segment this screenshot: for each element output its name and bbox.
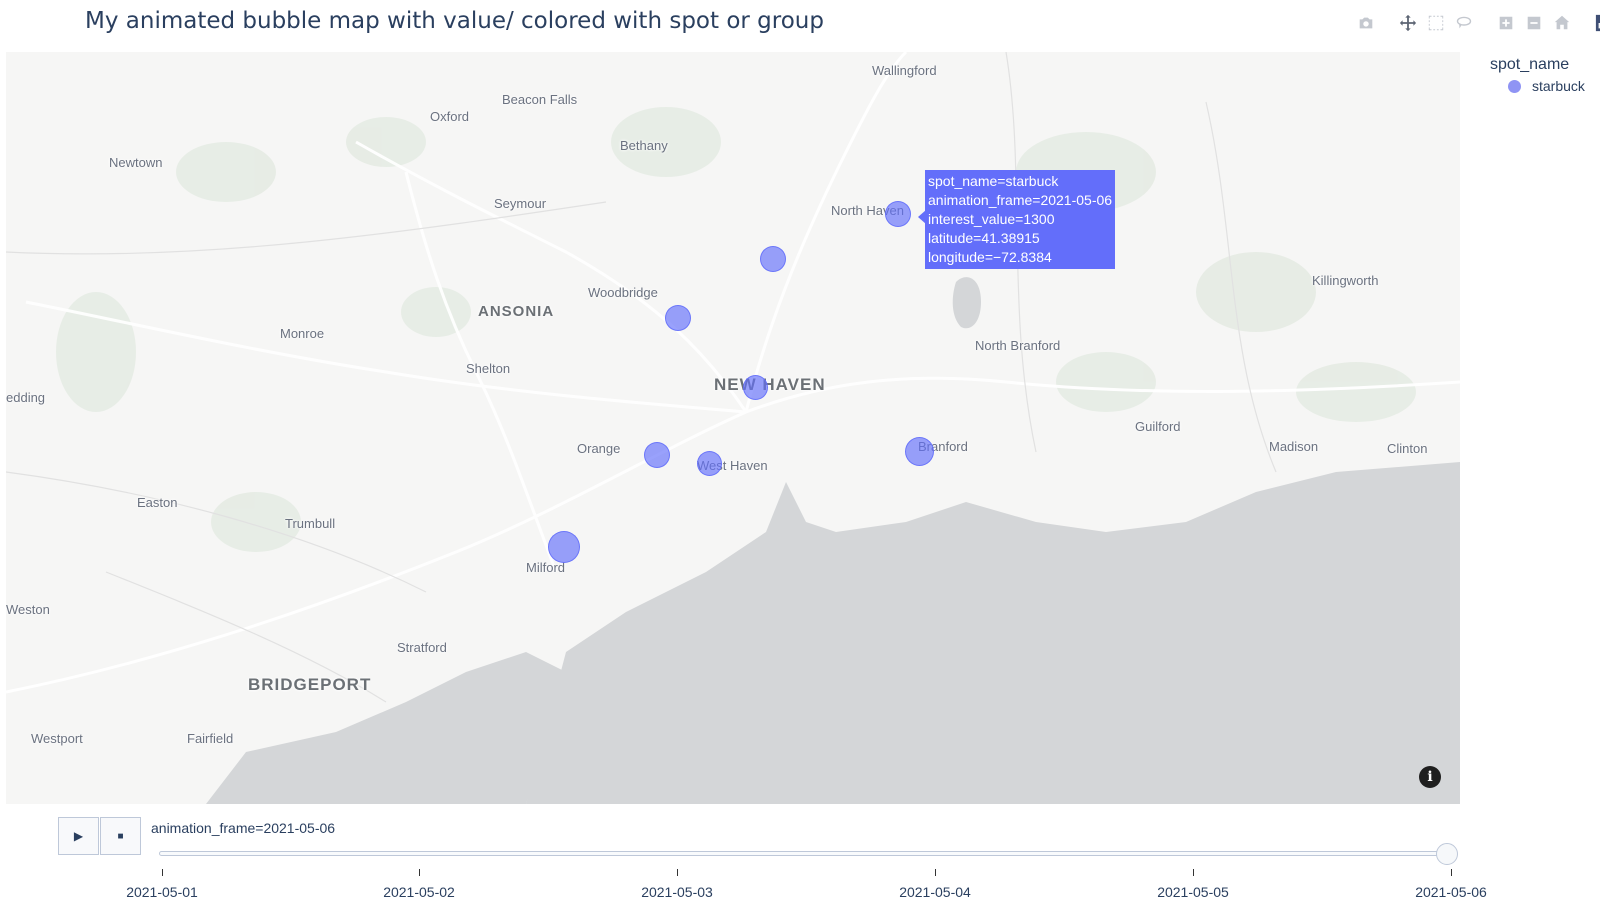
bubble-marker[interactable] bbox=[760, 246, 786, 272]
plot-page: My animated bubble map with value/ color… bbox=[0, 0, 1600, 912]
place-label: ANSONIA bbox=[478, 303, 555, 320]
hover-line: animation_frame=2021-05-06 bbox=[928, 192, 1113, 208]
place-label: Newtown bbox=[109, 155, 163, 170]
legend-item-label: starbuck bbox=[1532, 78, 1585, 94]
zoom-out-icon[interactable] bbox=[1523, 12, 1545, 34]
slider-tick-label[interactable]: 2021-05-02 bbox=[383, 884, 455, 900]
slider-tick-label[interactable]: 2021-05-03 bbox=[641, 884, 713, 900]
slider-tick bbox=[1451, 869, 1452, 876]
place-label: Oxford bbox=[430, 109, 470, 124]
place-label: Beacon Falls bbox=[502, 92, 578, 107]
bubble-marker[interactable] bbox=[885, 201, 911, 227]
place-label: Killingworth bbox=[1312, 273, 1379, 288]
place-label: Stratford bbox=[397, 640, 447, 655]
bubble-marker[interactable] bbox=[743, 375, 768, 400]
bubble-marker[interactable] bbox=[905, 437, 934, 466]
place-label: Bethany bbox=[620, 138, 668, 153]
stop-button[interactable]: ■ bbox=[100, 817, 141, 855]
hover-line: interest_value=1300 bbox=[928, 211, 1055, 227]
animation-slider-grip[interactable] bbox=[1436, 843, 1458, 865]
place-label: Fairfield bbox=[187, 731, 234, 746]
slider-tick bbox=[419, 869, 420, 876]
slider-tick bbox=[162, 869, 163, 876]
animation-slider-rail[interactable] bbox=[159, 851, 1447, 856]
bubble-marker[interactable] bbox=[697, 451, 722, 476]
slider-tick bbox=[677, 869, 678, 876]
place-label: North Branford bbox=[975, 338, 1061, 353]
hover-line: longitude=−72.8384 bbox=[928, 249, 1052, 265]
legend-title: spot_name bbox=[1490, 56, 1570, 73]
bubble-marker[interactable] bbox=[644, 442, 670, 468]
map-area[interactable]: Wallingford Beacon Falls Oxford Bethany … bbox=[6, 52, 1460, 804]
hover-line: spot_name=starbuck bbox=[928, 173, 1059, 189]
place-label: Monroe bbox=[280, 326, 325, 341]
place-label: Easton bbox=[137, 495, 178, 510]
slider-tick bbox=[1193, 869, 1194, 876]
place-label: Clinton bbox=[1387, 441, 1428, 456]
slider-tick-label[interactable]: 2021-05-01 bbox=[126, 884, 198, 900]
box-select-icon[interactable] bbox=[1425, 12, 1447, 34]
bubble-marker[interactable] bbox=[548, 531, 580, 563]
slider-tick bbox=[935, 869, 936, 876]
place-label: Shelton bbox=[466, 361, 511, 376]
camera-icon[interactable] bbox=[1355, 12, 1377, 34]
play-button[interactable]: ▶ bbox=[58, 817, 99, 855]
place-label: Guilford bbox=[1135, 419, 1181, 434]
place-label: NEW HAVEN bbox=[714, 375, 826, 394]
place-label: Weston bbox=[6, 602, 50, 617]
play-icon: ▶ bbox=[73, 829, 84, 843]
place-label: Wallingford bbox=[872, 63, 937, 78]
legend-swatch bbox=[1508, 79, 1521, 93]
place-label: Seymour bbox=[494, 196, 547, 211]
legend: spot_name starbuck bbox=[1490, 56, 1585, 94]
place-label: BRIDGEPORT bbox=[248, 675, 372, 694]
hover-tooltip: spot_name=starbuck animation_frame=2021-… bbox=[925, 170, 1116, 269]
modebar bbox=[1355, 12, 1600, 34]
slider-tick-label[interactable]: 2021-05-05 bbox=[1157, 884, 1229, 900]
plotly-logo-icon[interactable] bbox=[1593, 12, 1600, 34]
place-label: Orange bbox=[577, 441, 621, 456]
legend-item-starbuck[interactable]: starbuck bbox=[1508, 78, 1585, 94]
place-label: Woodbridge bbox=[588, 285, 658, 300]
hover-line: latitude=41.38915 bbox=[928, 230, 1040, 246]
stop-icon: ■ bbox=[117, 830, 124, 842]
slider-tick-label[interactable]: 2021-05-04 bbox=[899, 884, 971, 900]
pan-icon[interactable] bbox=[1397, 12, 1419, 34]
place-label: Trumbull bbox=[285, 516, 336, 531]
lasso-icon[interactable] bbox=[1453, 12, 1475, 34]
place-label: Madison bbox=[1269, 439, 1319, 454]
place-label: Westport bbox=[31, 731, 83, 746]
bubble-marker[interactable] bbox=[665, 305, 691, 331]
info-button[interactable]: i bbox=[1419, 766, 1441, 788]
current-frame-label: animation_frame=2021-05-06 bbox=[151, 820, 336, 836]
chart-title: My animated bubble map with value/ color… bbox=[85, 8, 824, 34]
slider-tick-label[interactable]: 2021-05-06 bbox=[1415, 884, 1487, 900]
place-label: edding bbox=[6, 390, 46, 405]
basemap bbox=[6, 52, 1460, 804]
zoom-in-icon[interactable] bbox=[1495, 12, 1517, 34]
reset-home-icon[interactable] bbox=[1551, 12, 1573, 34]
